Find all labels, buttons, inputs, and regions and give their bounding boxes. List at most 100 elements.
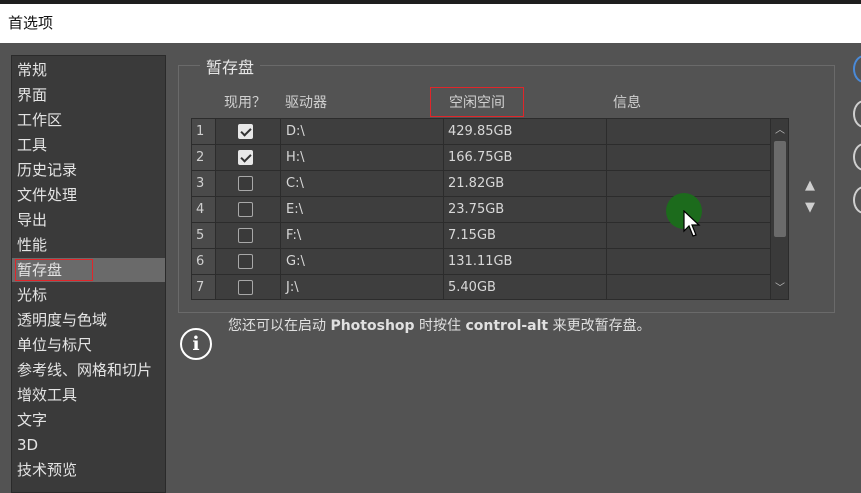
table-row[interactable]: 6 G:\ 131.11GB [192,249,770,275]
row-number: 5 [192,223,216,248]
scratch-disk-title: 暂存盘 [200,54,261,78]
sidebar-item-label: 界面 [17,86,48,104]
sidebar-item-0[interactable]: 常规 [12,58,165,82]
sidebar-item-label: 文件处理 [17,186,78,204]
note-app: Photoshop [330,318,415,334]
active-checkbox[interactable] [238,228,253,243]
free-space-cell: 166.75GB [448,150,513,165]
column-divider [606,197,607,222]
sidebar-item-2[interactable]: 工作区 [12,108,165,132]
sidebar-item-label: 技术预览 [17,461,78,479]
sidebar-item-4[interactable]: 历史记录 [12,158,165,182]
table-scrollbar[interactable]: ︿ ﹀ [770,119,788,299]
row-number: 6 [192,249,216,274]
row-number: 1 [192,119,216,144]
header-active: 现用？ [224,95,266,111]
column-divider [280,171,281,196]
drive-cell: H:\ [286,150,305,165]
sidebar-item-3[interactable]: 工具 [12,133,165,157]
drive-cell: G:\ [286,254,305,269]
preferences-sidebar: 常规界面工作区工具历史记录文件处理导出性能暂存盘 光标 透明度与色域单位与标尺参考线… [11,55,166,493]
checkmark-icon[interactable] [238,150,253,165]
table-row[interactable]: 7 J:\ 5.40GB [192,275,770,299]
column-divider [606,275,607,299]
sidebar-item-6[interactable]: 导出 [12,208,165,232]
free-space-cell: 23.75GB [448,202,505,217]
column-divider [443,197,444,222]
note-keys: control-alt [465,318,549,334]
active-checkbox[interactable] [238,280,253,295]
sidebar-item-label: 3D [17,436,39,454]
drive-cell: E:\ [286,202,303,217]
sidebar-item-15[interactable]: 3D [12,433,165,457]
row-number: 2 [192,145,216,170]
sidebar-item-8[interactable]: 暂存盘 [12,258,165,282]
move-up-button[interactable]: ▲ [805,178,815,193]
column-divider [443,145,444,170]
column-divider [280,249,281,274]
column-divider [606,223,607,248]
column-divider [280,223,281,248]
side-button-3[interactable] [853,143,861,171]
column-divider [606,249,607,274]
title-bar: 首选项 [0,0,861,43]
table-row[interactable]: 1 D:\ 429.85GB [192,119,770,145]
drive-cell: J:\ [286,280,299,295]
sidebar-item-label: 增效工具 [17,386,78,404]
sidebar-item-label: 单位与标尺 [17,336,93,354]
row-number: 3 [192,171,216,196]
free-space-cell: 131.11GB [448,254,513,269]
scroll-down-icon[interactable]: ﹀ [774,279,786,294]
sidebar-item-11[interactable]: 单位与标尺 [12,333,165,357]
sidebar-item-16[interactable]: 技术预览 [12,458,165,482]
sidebar-item-1[interactable]: 界面 [12,83,165,107]
row-number: 4 [192,197,216,222]
sidebar-item-9[interactable]: 光标 [12,283,165,307]
header-drive: 驱动器 [285,95,327,111]
free-space-cell: 429.85GB [448,124,513,139]
sidebar-item-10[interactable]: 透明度与色域 [12,308,165,332]
column-divider [280,197,281,222]
sidebar-item-label: 工具 [17,136,48,154]
side-button-1[interactable] [853,55,861,83]
scroll-thumb[interactable] [774,141,786,237]
side-button-2[interactable] [853,100,861,128]
column-divider [280,145,281,170]
column-divider [443,171,444,196]
column-divider [606,171,607,196]
note-suffix: 来更改暂存盘。 [548,318,651,334]
mouse-pointer-icon [683,210,701,237]
sidebar-item-12[interactable]: 参考线、网格和切片 [12,358,165,382]
side-button-4[interactable] [853,186,861,214]
table-row[interactable]: 2 H:\ 166.75GB [192,145,770,171]
sidebar-item-label: 常规 [17,61,48,79]
active-checkbox[interactable] [238,176,253,191]
sidebar-item-label: 工作区 [17,111,63,129]
column-divider [280,119,281,144]
sidebar-item-13[interactable]: 增效工具 [12,383,165,407]
column-divider [606,145,607,170]
window-title: 首选项 [8,14,54,32]
sidebar-item-5[interactable]: 文件处理 [12,183,165,207]
sidebar-item-14[interactable]: 文字 [12,408,165,432]
drive-cell: F:\ [286,228,302,243]
sidebar-item-label: 参考线、网格和切片 [17,361,153,379]
active-checkbox[interactable] [238,254,253,269]
free-space-cell: 21.82GB [448,176,505,191]
scratch-disk-note: 您还可以在启动 Photoshop 时按住 control-alt 来更改暂存盘… [228,315,651,335]
move-down-button[interactable]: ▼ [805,200,815,215]
note-middle: 时按住 [414,318,466,334]
sidebar-item-label: 历史记录 [17,161,78,179]
scroll-up-icon[interactable]: ︿ [774,121,786,136]
sidebar-item-7[interactable]: 性能 [12,233,165,257]
note-prefix: 您还可以在启动 [228,318,331,334]
sidebar-item-label: 性能 [17,236,48,254]
sidebar-item-label: 导出 [17,211,48,229]
free-space-highlight-box [430,87,524,117]
free-space-cell: 7.15GB [448,228,496,243]
column-divider [443,275,444,299]
checkmark-icon[interactable] [238,124,253,139]
drive-cell: D:\ [286,124,305,139]
active-checkbox[interactable] [238,202,253,217]
column-divider [443,119,444,144]
